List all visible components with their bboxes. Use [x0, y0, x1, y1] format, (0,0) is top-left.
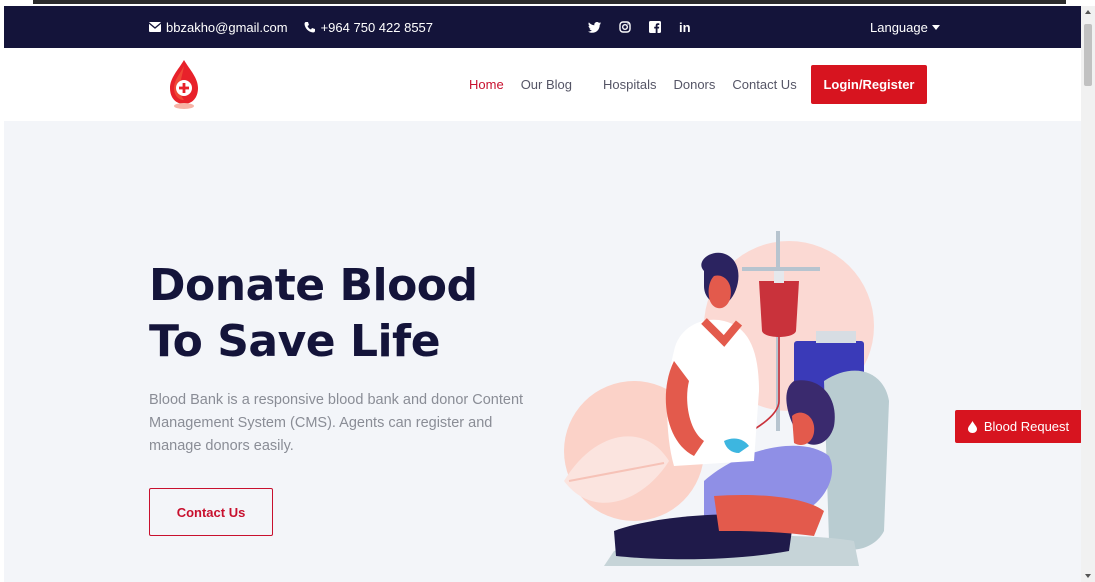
blood-donation-illustration [564, 231, 889, 566]
scroll-down-arrow-icon[interactable] [1085, 574, 1091, 578]
nav-menu: Home Our Blog Hospitals Donors Contact U… [469, 48, 814, 121]
nav-link-home[interactable]: Home [469, 77, 504, 92]
blood-drop-icon [967, 420, 977, 433]
instagram-icon[interactable] [619, 21, 631, 33]
nav-link-donors[interactable]: Donors [673, 77, 715, 92]
caret-down-icon [931, 24, 940, 30]
hero-title-line-1: Donate Blood [149, 260, 478, 311]
email-text: bbzakho@gmail.com [166, 19, 288, 35]
nav-link-our-blog[interactable]: Our Blog [521, 77, 572, 92]
page-scrollbar[interactable] [1081, 6, 1095, 582]
blood-drop-logo-icon[interactable] [164, 58, 204, 110]
twitter-icon[interactable] [588, 21, 601, 33]
hero-section: Donate Blood To Save Life Blood Bank is … [4, 121, 1081, 582]
main-navbar: Home Our Blog Hospitals Donors Contact U… [4, 48, 1081, 121]
hero-title-line-2: To Save Life [149, 316, 441, 367]
phone-icon [304, 22, 315, 33]
facebook-icon[interactable] [649, 21, 661, 33]
linkedin-icon[interactable]: in [679, 20, 691, 35]
language-dropdown[interactable]: Language [870, 6, 940, 48]
nav-link-hospitals[interactable]: Hospitals [603, 77, 656, 92]
scroll-up-arrow-icon[interactable] [1085, 10, 1091, 14]
contact-info: bbzakho@gmail.com +964 750 422 8557 [149, 6, 433, 48]
social-links: in [588, 6, 691, 48]
envelope-icon [149, 22, 161, 32]
blood-request-label: Blood Request [983, 419, 1070, 434]
browser-top-strip [33, 0, 1066, 4]
login-register-button[interactable]: Login/Register [811, 65, 927, 104]
nav-link-contact-us[interactable]: Contact Us [732, 77, 796, 92]
hero-description: Blood Bank is a responsive blood bank an… [149, 392, 524, 454]
hero-contact-button[interactable]: Contact Us [149, 488, 273, 536]
blood-request-button[interactable]: Blood Request [955, 410, 1082, 443]
phone-link[interactable]: +964 750 422 8557 [304, 20, 433, 35]
top-bar: bbzakho@gmail.com +964 750 422 8557 in L… [4, 6, 1081, 48]
hero-title: Donate Blood To Save Life [149, 258, 478, 370]
scrollbar-thumb[interactable] [1084, 24, 1092, 86]
language-label: Language [870, 19, 928, 35]
email-link[interactable]: bbzakho@gmail.com [149, 20, 288, 35]
phone-text: +964 750 422 8557 [320, 19, 434, 35]
